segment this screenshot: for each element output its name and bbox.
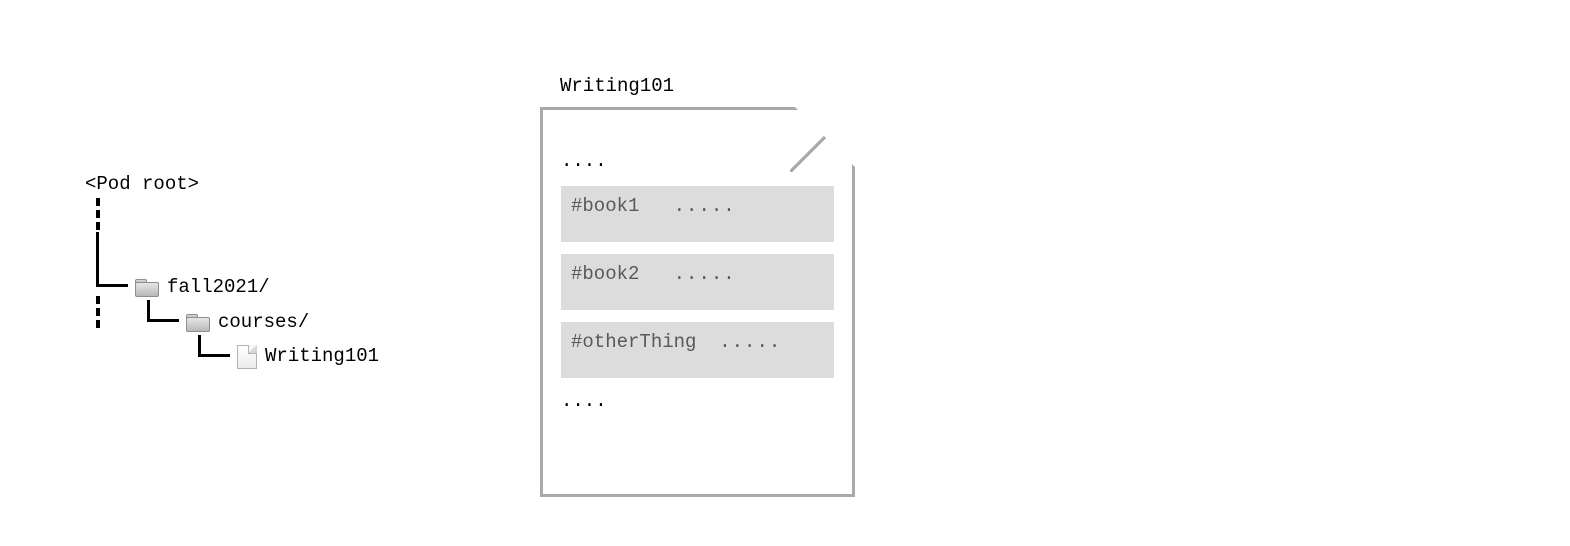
leading-ellipsis: .... <box>561 150 834 172</box>
tree-node-courses-label: courses/ <box>218 308 309 337</box>
tree-vertical-line <box>96 232 99 287</box>
file-icon <box>237 345 257 369</box>
fragment-id: #book1 <box>571 195 639 217</box>
file-tree: <Pod root> fall2021/ courses/ Writing101 <box>85 170 199 201</box>
fragment-id: #book2 <box>571 263 639 285</box>
tree-node-writing101-label: Writing101 <box>265 342 379 371</box>
folder-icon <box>135 279 159 297</box>
tree-connector-h3 <box>198 354 230 357</box>
document-body: .... #book1 ..... #book2 ..... #otherThi… <box>543 110 852 444</box>
fragment-block: #book2 ..... <box>561 254 834 310</box>
pod-root-label: <Pod root> <box>85 170 199 199</box>
folder-icon <box>186 314 210 332</box>
fragment-dots: ..... <box>674 195 736 217</box>
trailing-ellipsis: .... <box>561 390 834 412</box>
document-diagram: Writing101 .... #book1 ..... #book2 ....… <box>540 75 855 497</box>
fragment-dots: ..... <box>719 331 781 353</box>
tree-more-above-dots <box>96 198 100 234</box>
tree-connector-h2 <box>147 319 179 322</box>
fragment-block: #book1 ..... <box>561 186 834 242</box>
document-page: .... #book1 ..... #book2 ..... #otherThi… <box>540 107 855 497</box>
fragment-block: #otherThing ..... <box>561 322 834 378</box>
tree-node-writing101: Writing101 <box>237 342 379 371</box>
document-title: Writing101 <box>560 75 855 97</box>
tree-connector-h1 <box>96 284 128 287</box>
tree-more-below-dots <box>96 296 100 332</box>
tree-node-fall2021-label: fall2021/ <box>167 273 270 302</box>
fragment-id: #otherThing <box>571 331 696 353</box>
tree-node-fall2021: fall2021/ <box>135 273 270 302</box>
fragment-dots: ..... <box>674 263 736 285</box>
tree-node-courses: courses/ <box>186 308 309 337</box>
